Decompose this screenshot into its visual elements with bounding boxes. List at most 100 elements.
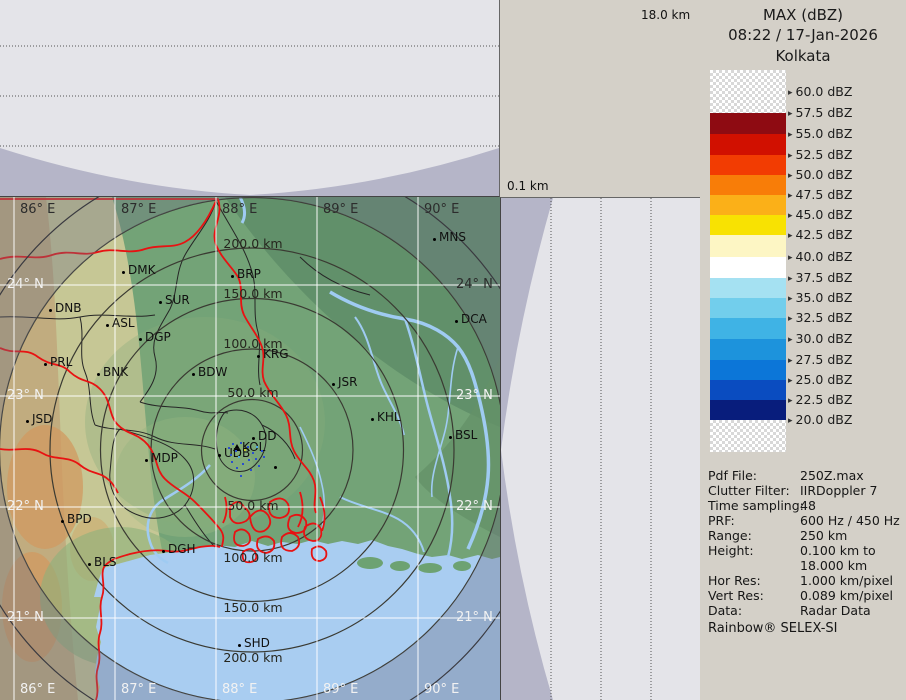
graticule-label: 89° E bbox=[323, 202, 358, 217]
city-dot bbox=[218, 454, 221, 457]
city-dot bbox=[433, 238, 436, 241]
city-dot bbox=[88, 563, 91, 566]
graticule-label: 87° E bbox=[121, 682, 156, 697]
graticule-label: 22° N bbox=[7, 499, 44, 514]
city-label: BNK bbox=[103, 365, 128, 379]
city-dot bbox=[162, 550, 165, 553]
reflectivity-echo bbox=[235, 450, 237, 452]
metadata-value: Radar Data bbox=[800, 603, 871, 618]
metadata-label: Hor Res: bbox=[708, 573, 761, 588]
range-ring-label: 50.0 km bbox=[227, 498, 278, 513]
software-brand: Rainbow® SELEX-SI bbox=[708, 621, 838, 636]
scale-threshold-label: ▸42.5 dBZ bbox=[788, 227, 852, 242]
city-label: MNS bbox=[439, 230, 466, 244]
city-label: SUR bbox=[165, 293, 190, 307]
threshold-arrow-icon: ▸ bbox=[788, 231, 793, 241]
scale-threshold-label: ▸30.0 dBZ bbox=[788, 331, 852, 346]
city-dot bbox=[122, 271, 125, 274]
reflectivity-echo bbox=[232, 443, 234, 445]
scale-band bbox=[710, 360, 786, 380]
city-label: SHD bbox=[244, 636, 270, 650]
reflectivity-echo bbox=[255, 458, 257, 460]
threshold-arrow-icon: ▸ bbox=[788, 211, 793, 221]
scale-band bbox=[710, 175, 786, 195]
scale-threshold-label: ▸50.0 dBZ bbox=[788, 167, 852, 182]
graticule-label: 23° N bbox=[456, 388, 493, 403]
scale-threshold-label: ▸25.0 dBZ bbox=[788, 372, 852, 387]
scale-band bbox=[710, 195, 786, 215]
reflectivity-echo bbox=[230, 454, 232, 456]
graticule-label: 23° N bbox=[7, 388, 44, 403]
side-projection-graphic bbox=[501, 198, 700, 700]
city-dot bbox=[159, 301, 162, 304]
city-label: DGH bbox=[168, 542, 196, 556]
city-dot bbox=[231, 275, 234, 278]
city-label: KHL bbox=[377, 410, 401, 424]
graticule-label: 86° E bbox=[20, 682, 55, 697]
reflectivity-echo bbox=[244, 449, 246, 451]
threshold-arrow-icon: ▸ bbox=[788, 376, 793, 386]
scale-band-above-max bbox=[710, 70, 786, 113]
city-label: JSR bbox=[338, 375, 358, 389]
city-label: MDP bbox=[151, 451, 178, 465]
reflectivity-echo bbox=[258, 465, 260, 467]
scale-band bbox=[710, 278, 786, 298]
station-name: Kolkata bbox=[700, 47, 906, 65]
scale-threshold-label: ▸55.0 dBZ bbox=[788, 126, 852, 141]
city-label: ASL bbox=[112, 316, 135, 330]
reflectivity-echo bbox=[252, 452, 254, 454]
metadata-label: PRF: bbox=[708, 513, 735, 528]
scale-band bbox=[710, 298, 786, 318]
scale-band bbox=[710, 318, 786, 339]
metadata-value: 1.000 km/pixel bbox=[800, 573, 893, 588]
threshold-arrow-icon: ▸ bbox=[788, 88, 793, 98]
threshold-arrow-icon: ▸ bbox=[788, 109, 793, 119]
metadata-row: Clutter Filter:IIRDoppler 7 bbox=[700, 483, 906, 498]
metadata-row: Range: 250 km bbox=[700, 528, 906, 543]
city-dot bbox=[332, 383, 335, 386]
city-dot bbox=[139, 338, 142, 341]
threshold-arrow-icon: ▸ bbox=[788, 130, 793, 140]
threshold-arrow-icon: ▸ bbox=[788, 171, 793, 181]
city-label: DNB bbox=[55, 301, 81, 315]
reflectivity-echo bbox=[228, 447, 230, 449]
city-label: DMK bbox=[128, 263, 155, 277]
reflectivity-echo bbox=[256, 446, 258, 448]
metadata-label: Data: bbox=[708, 603, 742, 618]
graticule-label: 88° E bbox=[222, 202, 257, 217]
metadata-label: Vert Res: bbox=[708, 588, 764, 603]
scale-threshold-label: ▸32.5 dBZ bbox=[788, 310, 852, 325]
graticule-label: 89° E bbox=[323, 682, 358, 697]
scale-threshold-label: ▸22.5 dBZ bbox=[788, 392, 852, 407]
radar-product-window: 18.0 km 0.1 km bbox=[0, 0, 906, 700]
scale-band bbox=[710, 380, 786, 400]
graticule-label: 87° E bbox=[121, 202, 156, 217]
graticule-label: 21° N bbox=[7, 610, 44, 625]
radar-map: DMKDNBSURASLDGPPRLBNKBDWBRPKRGMNSDCAJSRK… bbox=[0, 197, 500, 700]
scale-threshold-label: ▸27.5 dBZ bbox=[788, 352, 852, 367]
range-ring-label: 200.0 km bbox=[223, 236, 282, 251]
reflectivity-echo bbox=[261, 450, 263, 452]
metadata-label: Range: bbox=[708, 528, 752, 543]
graticule-label: 22° N bbox=[456, 499, 493, 514]
city-dot bbox=[455, 320, 458, 323]
city-label: PRL bbox=[50, 355, 72, 369]
metadata-value: 250 km bbox=[800, 528, 847, 543]
max-height-axis-label: 18.0 km bbox=[641, 8, 690, 22]
scale-band bbox=[710, 400, 786, 420]
scale-band bbox=[710, 134, 786, 155]
threshold-arrow-icon: ▸ bbox=[788, 416, 793, 426]
metadata-row: PRF:600 Hz / 450 Hz bbox=[700, 513, 906, 528]
city-dot bbox=[61, 520, 64, 523]
city-label: DGP bbox=[145, 330, 171, 344]
scale-threshold-label: ▸20.0 dBZ bbox=[788, 412, 852, 427]
reflectivity-echo bbox=[250, 469, 252, 471]
metadata-label: Height: bbox=[708, 543, 754, 558]
threshold-arrow-icon: ▸ bbox=[788, 151, 793, 161]
threshold-arrow-icon: ▸ bbox=[788, 335, 793, 345]
graticule-label: 86° E bbox=[20, 202, 55, 217]
graticule-label: 21° N bbox=[456, 610, 493, 625]
scale-band bbox=[710, 113, 786, 134]
scale-threshold-label: ▸60.0 dBZ bbox=[788, 84, 852, 99]
metadata-value: 0.089 km/pixel bbox=[800, 588, 893, 603]
